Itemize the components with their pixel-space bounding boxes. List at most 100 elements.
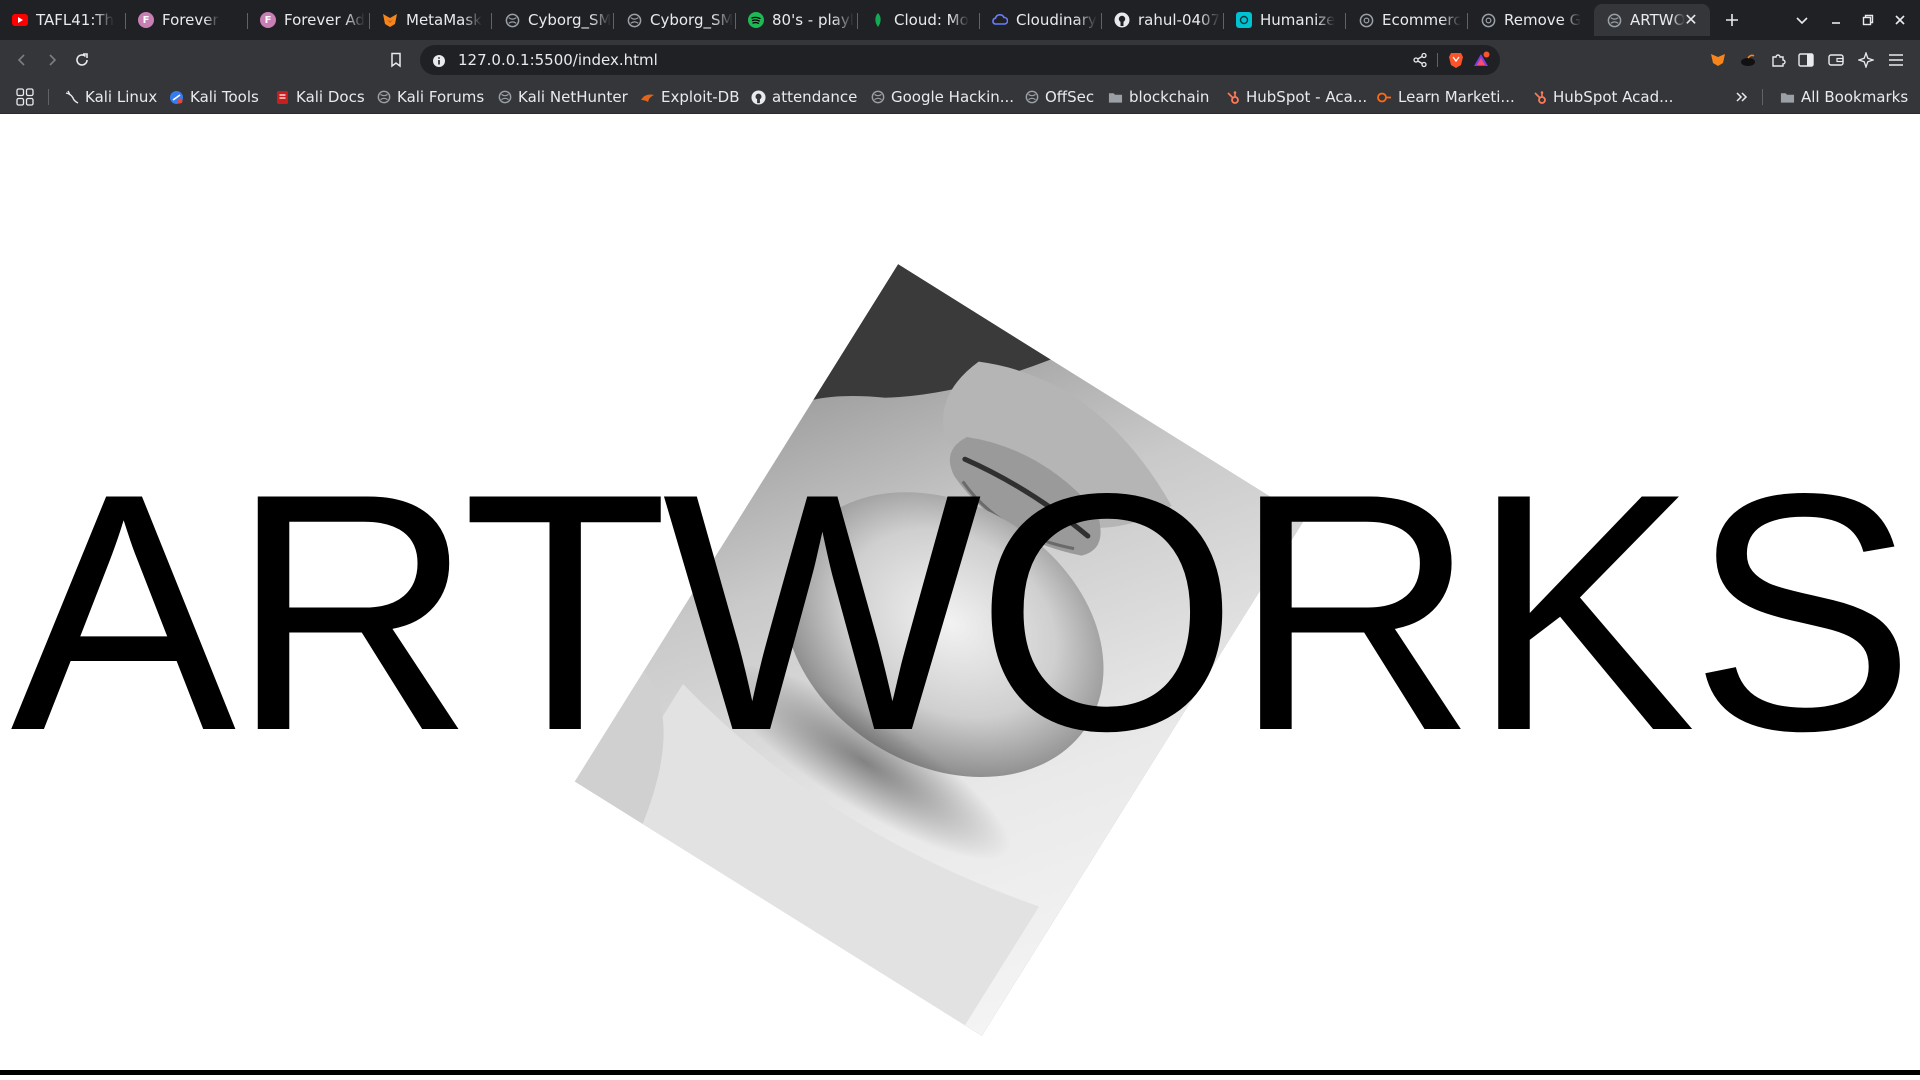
wallet-icon[interactable]	[1824, 48, 1848, 72]
globe-icon	[870, 90, 885, 105]
hubspot-icon	[1532, 90, 1547, 105]
globe-icon	[1358, 12, 1374, 28]
browser-window: TAFL41:Th F Forever F Forever Ad MetaMas…	[0, 0, 1920, 1080]
tab-13[interactable]: Remove G	[1468, 4, 1590, 36]
close-icon	[1895, 15, 1905, 25]
globe-icon	[497, 90, 512, 105]
globe-icon	[376, 90, 391, 105]
bookmark-label: OffSec	[1045, 88, 1095, 106]
tab-10[interactable]: rahul-0407	[1102, 4, 1224, 36]
double-chevron-right-icon	[1736, 92, 1748, 102]
bookmark-learn-marketing[interactable]: Learn Marketi...	[1377, 80, 1515, 114]
bookmarks-divider	[1762, 89, 1763, 105]
github-icon	[1114, 12, 1130, 28]
bookmark-kali-docs[interactable]: Kali Docs	[275, 80, 365, 114]
spotify-icon	[748, 12, 764, 28]
new-tab-button[interactable]	[1720, 8, 1744, 32]
tab-8[interactable]: Cloud: Mo	[858, 4, 980, 36]
tab-label: rahul-0407	[1138, 11, 1221, 29]
tab-1[interactable]: TAFL41:Th	[0, 4, 126, 36]
fox-icon	[382, 12, 398, 28]
tab-5[interactable]: Cyborg_SM	[492, 4, 614, 36]
bookmark-attendance[interactable]: attendance	[751, 80, 857, 114]
back-button[interactable]	[10, 48, 34, 72]
address-bar[interactable]: 127.0.0.1:5500/index.html	[420, 45, 1500, 75]
close-tab-icon[interactable]: ✕	[1682, 11, 1700, 29]
bookmark-label: Kali Forums	[397, 88, 485, 106]
reload-button[interactable]	[70, 48, 94, 72]
minimize-button[interactable]	[1824, 8, 1848, 32]
reload-icon	[76, 53, 88, 66]
bookmark-offsec[interactable]: OffSec	[1024, 80, 1094, 114]
plus-icon	[1726, 14, 1738, 26]
all-bookmarks-button[interactable]: All Bookmarks	[1780, 80, 1908, 114]
bookmark-kali-linux[interactable]: Kali Linux	[64, 80, 157, 114]
bookmark-page-button[interactable]	[384, 48, 408, 72]
tab-label: Humanize	[1260, 11, 1336, 29]
bookmark-kali-tools[interactable]: Kali Tools	[169, 80, 259, 114]
tab-label: Cyborg_SM	[650, 11, 734, 29]
globe-icon	[1606, 12, 1622, 28]
all-bookmarks-label: All Bookmarks	[1801, 88, 1909, 106]
tab-search-button[interactable]	[1790, 8, 1814, 32]
bookmark-exploit-db[interactable]: Exploit-DB	[640, 80, 740, 114]
leaf-icon	[870, 12, 886, 28]
tab-label: Cyborg_SM	[528, 11, 612, 29]
tab-label: Forever	[162, 11, 219, 29]
bookmark-hubspot-academy-2[interactable]: HubSpot Acad...	[1532, 80, 1673, 114]
apps-grid-icon	[16, 88, 34, 106]
restore-button[interactable]	[1856, 8, 1880, 32]
tab-label: Forever Ad	[284, 11, 365, 29]
bookmark-label: Kali Docs	[296, 88, 365, 106]
navigation-toolbar: 127.0.0.1:5500/index.html	[0, 40, 1920, 80]
youtube-icon	[12, 12, 28, 28]
tab-3[interactable]: F Forever Ad	[248, 4, 370, 36]
tab-9[interactable]: Cloudinary	[980, 4, 1102, 36]
bookmark-label: HubSpot - Aca...	[1246, 88, 1368, 106]
main-menu-icon[interactable]	[1884, 48, 1908, 72]
tab-6[interactable]: Cyborg_SM	[614, 4, 736, 36]
extensions-puzzle-icon[interactable]	[1766, 48, 1790, 72]
url-text[interactable]: 127.0.0.1:5500/index.html	[458, 45, 658, 75]
bookmark-kali-nethunter[interactable]: Kali NetHunter	[497, 80, 628, 114]
page-content: ARTWORKS	[0, 115, 1920, 1075]
extension-icon[interactable]	[1736, 48, 1760, 72]
bookmark-label: Kali NetHunter	[518, 88, 628, 106]
bookmark-folder-blockchain[interactable]: blockchain	[1108, 80, 1209, 114]
page-title: ARTWORKS	[10, 423, 1916, 801]
back-arrow-icon	[17, 54, 25, 66]
tab-12[interactable]: Ecommerc	[1346, 4, 1468, 36]
apps-grid-button[interactable]	[16, 80, 34, 114]
bookmark-label: Kali Linux	[85, 88, 158, 106]
kali-dragon-icon	[64, 90, 79, 105]
chevron-down-icon	[1796, 17, 1808, 25]
cloud-icon	[992, 12, 1008, 28]
metamask-extension-icon[interactable]	[1706, 48, 1730, 72]
globe-icon	[1480, 12, 1496, 28]
brave-rewards-icon[interactable]	[1472, 51, 1490, 73]
tab-2[interactable]: F Forever	[126, 4, 248, 36]
bookmark-kali-forums[interactable]: Kali Forums	[376, 80, 484, 114]
tab-active[interactable]: ARTWO ✕	[1594, 4, 1710, 36]
tab-11[interactable]: Humanize	[1224, 4, 1346, 36]
more-bookmarks-button[interactable]	[1735, 80, 1749, 114]
forward-button[interactable]	[40, 48, 64, 72]
tab-label: Cloud: Mo	[894, 11, 969, 29]
bottom-border	[0, 1070, 1920, 1075]
tab-7[interactable]: 80's - playl	[736, 4, 858, 36]
hubspot-icon	[1225, 90, 1240, 105]
bookmark-hubspot-academy-1[interactable]: HubSpot - Aca...	[1225, 80, 1367, 114]
leo-ai-icon[interactable]	[1854, 48, 1878, 72]
folder-icon	[1108, 90, 1123, 105]
sidebar-toggle-icon[interactable]	[1794, 48, 1818, 72]
tab-label: Cloudinary	[1016, 11, 1097, 29]
close-window-button[interactable]	[1888, 8, 1912, 32]
tab-4[interactable]: MetaMask	[370, 4, 492, 36]
site-info-icon[interactable]	[432, 53, 446, 72]
share-icon[interactable]	[1412, 52, 1428, 72]
bookmark-label: HubSpot Acad...	[1553, 88, 1674, 106]
brave-shields-icon[interactable]	[1448, 51, 1464, 73]
bookmark-google-hacking[interactable]: Google Hackin...	[870, 80, 1014, 114]
humanize-icon	[1236, 12, 1252, 28]
bookmark-label: Kali Tools	[190, 88, 259, 106]
